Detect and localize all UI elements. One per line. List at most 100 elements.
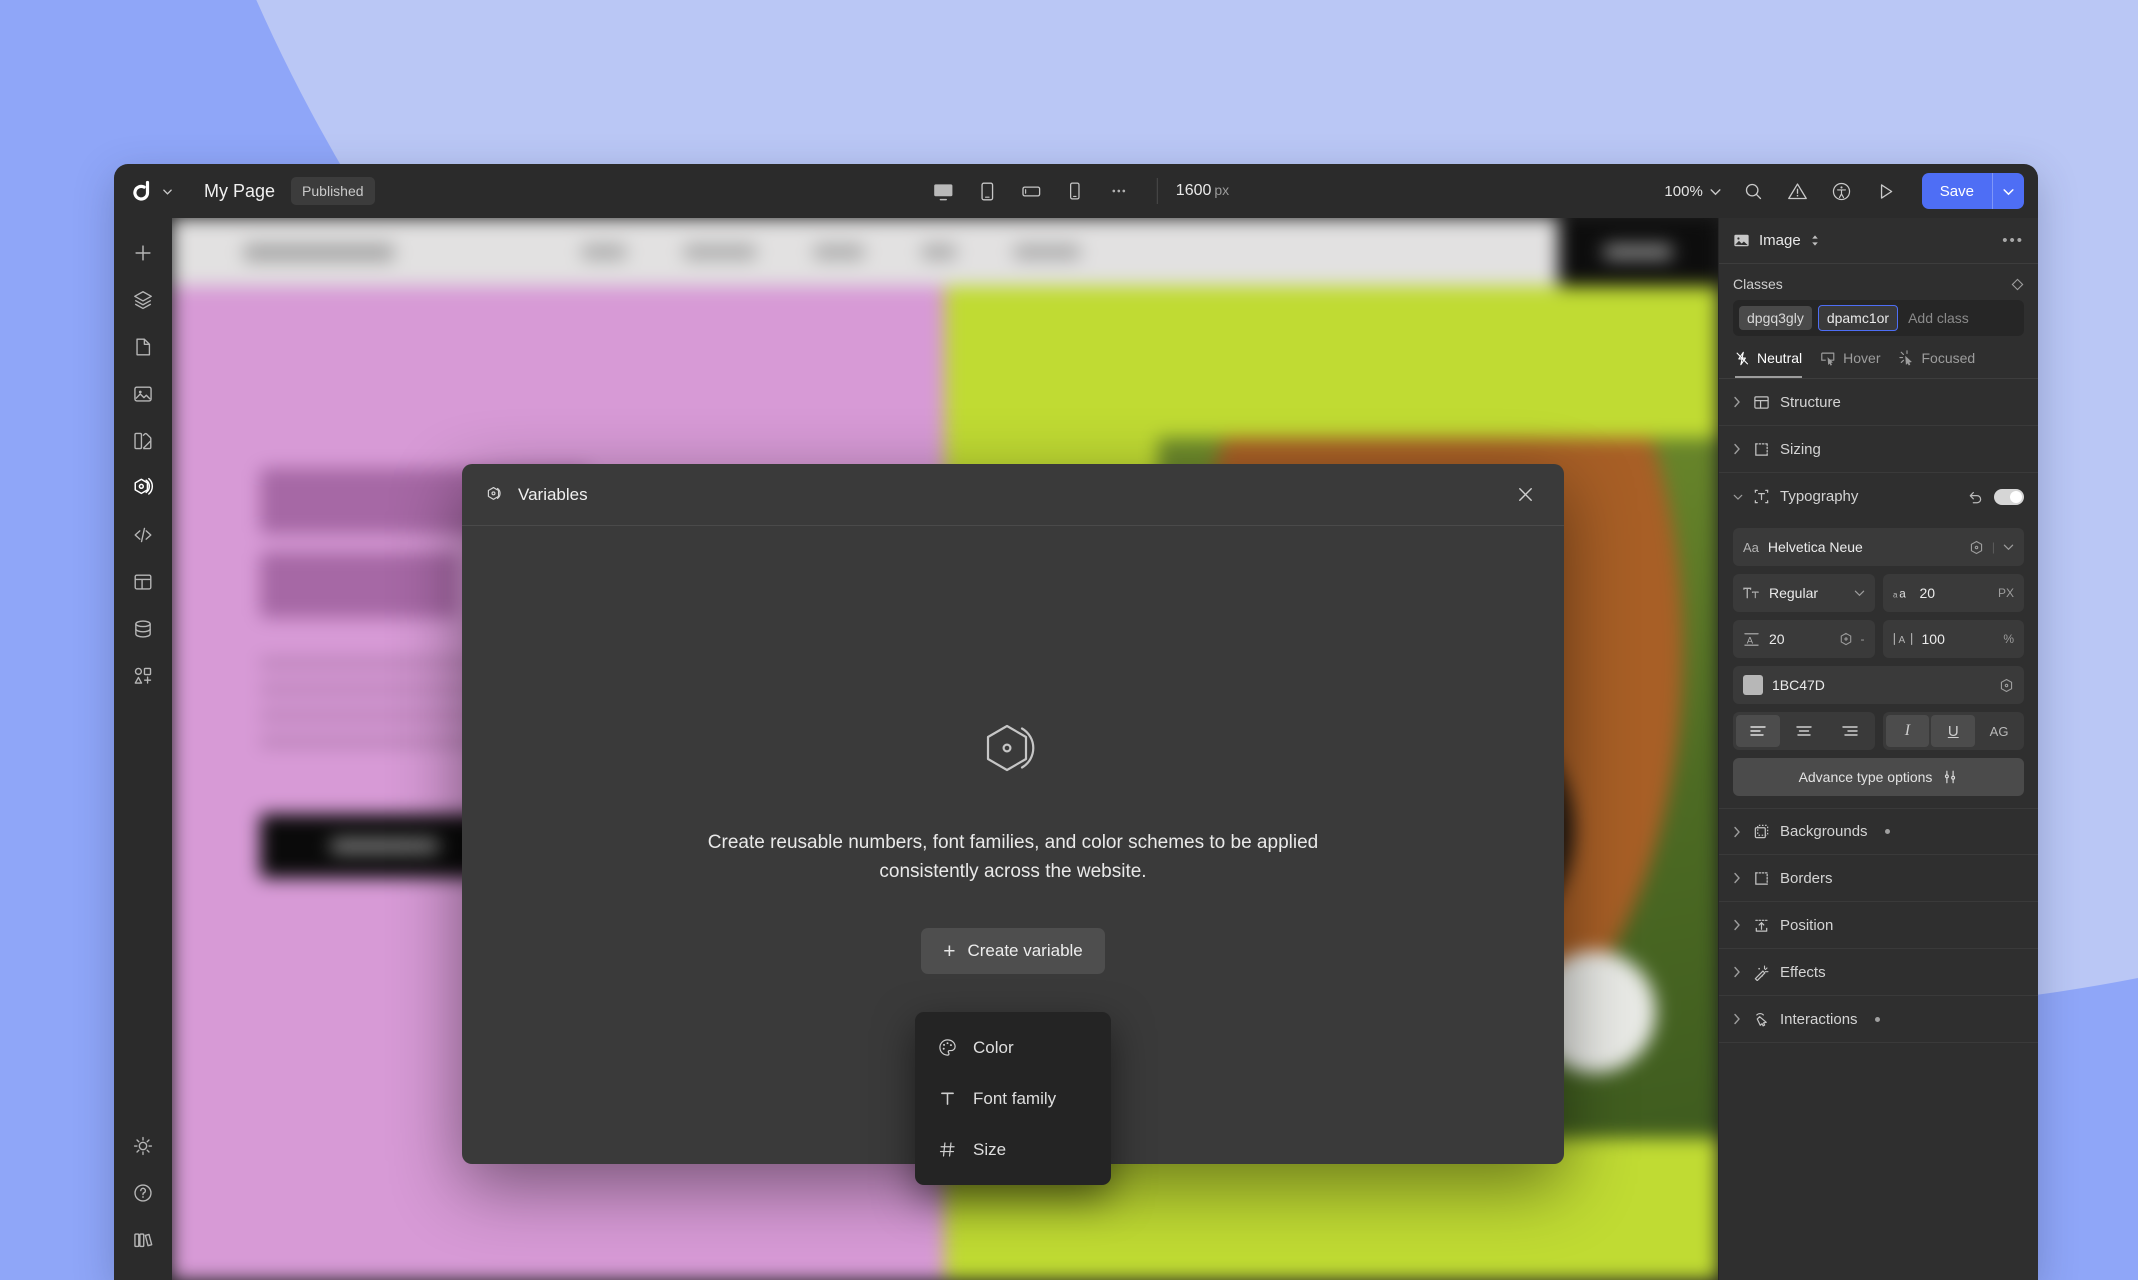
advance-type-options-button[interactable]: Advance type options [1733, 758, 2024, 796]
line-height-icon: A [1743, 631, 1760, 647]
section-effects[interactable]: Effects [1719, 949, 2038, 996]
text-style-group: I U AG [1882, 712, 2024, 750]
updown-arrows-icon[interactable] [1810, 234, 1820, 247]
tablet-view-button[interactable] [967, 174, 1007, 208]
sidebar-item-theme-toggle[interactable] [122, 1125, 164, 1167]
sidebar-item-add-element[interactable] [122, 232, 164, 274]
sidebar-item-apps[interactable] [122, 655, 164, 697]
element-type-label: Image [1759, 232, 1801, 249]
chevron-right-icon [1733, 919, 1743, 931]
italic-button[interactable]: I [1885, 715, 1930, 747]
sidebar-item-variables[interactable] [122, 467, 164, 509]
svg-text:A: A [1898, 635, 1905, 646]
class-chip-selected[interactable]: dpamc1or [1817, 305, 1899, 331]
hexagon-variable-icon [484, 484, 506, 506]
align-center-button[interactable] [1782, 715, 1826, 747]
chevron-down-icon[interactable] [2003, 543, 2014, 551]
tab-hover[interactable]: Hover [1820, 350, 1881, 378]
create-variable-button[interactable]: + Create variable [921, 928, 1105, 975]
text-color-field[interactable]: 1BC47D [1733, 666, 2024, 704]
section-borders[interactable]: Borders [1719, 855, 2038, 902]
sidebar-item-assets[interactable] [122, 373, 164, 415]
section-position[interactable]: Position [1719, 902, 2038, 949]
font-family-field[interactable]: Aa Helvetica Neue | [1733, 528, 2024, 566]
tab-focused[interactable]: Focused [1898, 350, 1976, 378]
element-type-header[interactable]: Image ••• [1719, 218, 2038, 264]
undo-icon[interactable] [1968, 489, 1984, 505]
italic-label: I [1904, 722, 1911, 739]
font-weight-field[interactable]: Regular [1733, 574, 1875, 612]
menu-item-label: Color [973, 1037, 1014, 1057]
add-class-input[interactable]: Add class [1904, 310, 1969, 326]
app-window: My Page Published 1600 px 100% Save Vari… [114, 164, 2038, 1280]
chevron-down-icon[interactable] [1854, 589, 1865, 597]
sidebar-item-components[interactable] [122, 561, 164, 603]
design-canvas[interactable]: Variables Create reusable numbers, font … [172, 218, 1718, 1280]
sidebar-item-code[interactable] [122, 514, 164, 556]
typography-toggle[interactable] [1994, 488, 2024, 505]
variables-modal: Variables Create reusable numbers, font … [462, 464, 1564, 1185]
section-structure[interactable]: Structure [1719, 379, 2038, 426]
section-interactions[interactable]: Interactions [1719, 996, 2038, 1043]
image-icon [1733, 232, 1750, 249]
diamond-icon[interactable] [2011, 278, 2024, 291]
hexagon-icon[interactable] [1839, 632, 1853, 646]
more-breakpoints-button[interactable] [1099, 174, 1139, 208]
underline-button[interactable]: U [1931, 715, 1976, 747]
sidebar-item-cms[interactable] [122, 608, 164, 650]
close-icon[interactable] [1508, 478, 1542, 512]
mobile-view-button[interactable] [1055, 174, 1095, 208]
class-chip[interactable]: dpgq3gly [1739, 306, 1812, 330]
menu-item-size[interactable]: Size [915, 1124, 1111, 1175]
section-label: Typography [1780, 488, 1859, 505]
line-height-unit[interactable]: - [1861, 632, 1865, 646]
menu-item-font-family[interactable]: Font family [915, 1073, 1111, 1124]
chevron-down-icon [1733, 493, 1743, 501]
section-sizing[interactable]: Sizing [1719, 426, 2038, 473]
align-left-button[interactable] [1736, 715, 1780, 747]
hexagon-icon[interactable] [1999, 678, 2014, 693]
accessibility-icon[interactable] [1822, 173, 1862, 209]
canvas-width-value[interactable]: 1600 px [1176, 182, 1229, 200]
section-label: Structure [1780, 393, 1841, 411]
svg-text:a: a [1899, 588, 1906, 601]
sidebar-item-library[interactable] [122, 1219, 164, 1261]
font-size-field[interactable]: aa 20 PX [1882, 574, 2024, 612]
text-transform-button[interactable]: AG [1977, 715, 2021, 747]
save-button[interactable]: Save [1921, 173, 1992, 209]
tab-label: Focused [1921, 350, 1976, 366]
section-backgrounds[interactable]: Backgrounds [1719, 808, 2038, 855]
underline-label: U [1947, 722, 1959, 740]
hexagon-icon[interactable] [1969, 540, 1984, 555]
line-height-field[interactable]: A 20 - [1733, 620, 1875, 658]
canvas-width-number: 1600 [1175, 182, 1212, 199]
menu-item-color[interactable]: Color [915, 1022, 1111, 1073]
warning-triangle-icon[interactable] [1778, 173, 1818, 209]
font-size-unit[interactable]: PX [1998, 586, 2014, 600]
letter-spacing-field[interactable]: A 100 % [1882, 620, 2024, 658]
text-t-icon [937, 1089, 957, 1108]
letter-spacing-unit[interactable]: % [2003, 632, 2014, 646]
tab-label: Neutral [1757, 350, 1803, 366]
sidebar-item-styles[interactable] [122, 420, 164, 462]
sidebar-item-help[interactable] [122, 1172, 164, 1214]
sidebar-item-layers[interactable] [122, 279, 164, 321]
tablet-landscape-view-button[interactable] [1011, 174, 1051, 208]
create-variable-label: Create variable [967, 941, 1083, 961]
section-typography[interactable]: Typography [1719, 473, 2038, 520]
save-options-caret[interactable] [1992, 173, 2024, 209]
play-icon[interactable] [1866, 173, 1906, 209]
align-right-button[interactable] [1828, 715, 1872, 747]
status-badge: Published [291, 177, 375, 205]
desktop-view-button[interactable] [923, 174, 963, 208]
effects-wand-icon [1753, 964, 1770, 981]
ellipsis-icon[interactable]: ••• [2002, 232, 2024, 249]
search-icon[interactable] [1734, 173, 1774, 209]
color-swatch[interactable] [1743, 675, 1763, 695]
sidebar-item-pages[interactable] [122, 326, 164, 368]
zoom-control[interactable]: 100% [1656, 183, 1729, 200]
line-height-value: 20 [1769, 631, 1785, 647]
brand-menu[interactable] [130, 178, 198, 204]
classes-input-field[interactable]: dpgq3gly dpamc1or Add class [1733, 300, 2024, 336]
tab-neutral[interactable]: Neutral [1735, 350, 1803, 378]
